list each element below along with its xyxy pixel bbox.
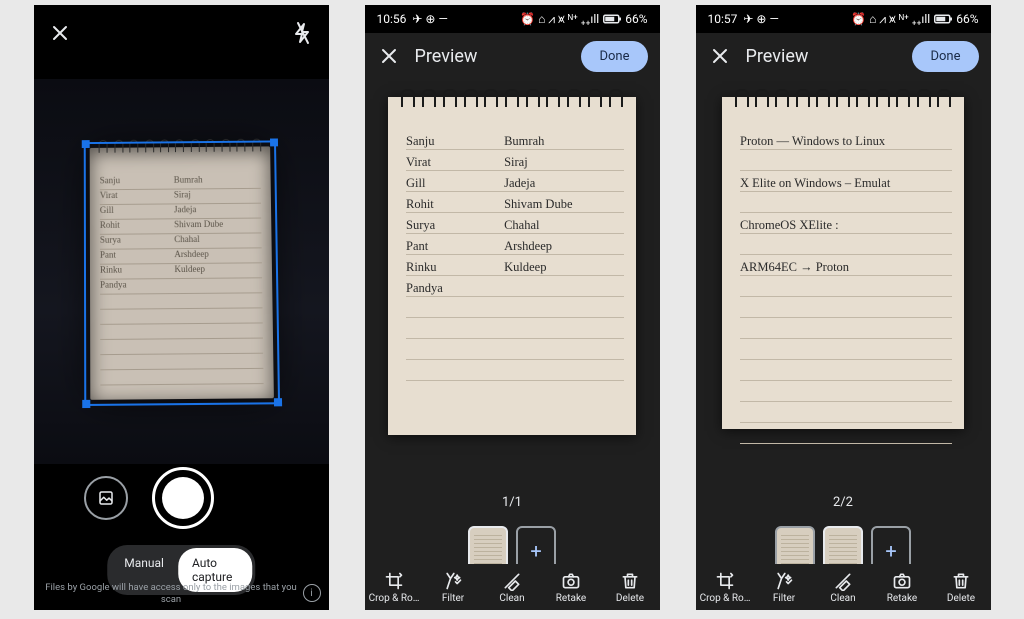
clean-button[interactable]: Clean [814, 564, 873, 610]
delete-button[interactable]: Delete [601, 564, 660, 610]
scanner-screen: Scanning... hold steady SanjuBumrahVirat… [34, 5, 329, 610]
clean-button[interactable]: Clean [483, 564, 542, 610]
info-icon[interactable]: i [303, 584, 321, 602]
page-indicator: 1/1 [365, 495, 660, 519]
done-button[interactable]: Done [912, 41, 978, 72]
preview-screen-2: 10:57 ✈ ⊕ — ⏰ ⌂ ⩘ ⩙ ᴺ⁺ ₊₊ıll 66% Preview D… [696, 5, 991, 610]
camera-viewfinder: SanjuBumrahViratSirajGillJadejaRohitShiv… [34, 79, 329, 464]
status-right-icons: ⏰ ⌂ ⩘ ⩙ ᴺ⁺ ₊₊ıll [851, 12, 930, 27]
page-indicator: 2/2 [696, 495, 991, 519]
scan-bounding-box [84, 140, 280, 406]
shutter-button[interactable] [152, 467, 214, 529]
clock: 10:57 [708, 12, 738, 26]
gallery-button[interactable] [84, 476, 128, 520]
status-bar: 10:56 ✈ ⊕ — ⏰ ⌂ ⩘ ⩙ ᴺ⁺ ₊₊ıll 66% [365, 5, 660, 33]
flash-off-icon[interactable] [291, 21, 315, 45]
scanned-page: Proton — Windows to LinuxX Elite on Wind… [722, 97, 964, 429]
filter-button[interactable]: Filter [424, 564, 483, 610]
scanned-page: SanjuBumrahViratSirajGillJadejaRohitShiv… [388, 97, 636, 435]
close-icon[interactable] [708, 44, 732, 68]
done-button[interactable]: Done [581, 41, 647, 72]
close-icon[interactable] [377, 44, 401, 68]
page-title: Preview [746, 46, 913, 67]
preview-canvas[interactable]: SanjuBumrahViratSirajGillJadejaRohitShiv… [365, 79, 660, 495]
preview-screen-1: 10:56 ✈ ⊕ — ⏰ ⌂ ⩘ ⩙ ᴺ⁺ ₊₊ıll 66% Preview D… [365, 5, 660, 610]
crop-rotate-button[interactable]: Crop & Ro… [696, 564, 755, 610]
retake-button[interactable]: Retake [873, 564, 932, 610]
edit-toolbar: Crop & Ro… Filter Clean Retake Delete [696, 564, 991, 610]
status-right-icons: ⏰ ⌂ ⩘ ⩙ ᴺ⁺ ₊₊ıll [520, 12, 599, 27]
clock: 10:56 [377, 12, 407, 26]
crop-rotate-button[interactable]: Crop & Ro… [365, 564, 424, 610]
preview-canvas[interactable]: Proton — Windows to LinuxX Elite on Wind… [696, 79, 991, 495]
close-icon[interactable] [48, 21, 72, 45]
edit-toolbar: Crop & Ro… Filter Clean Retake Delete [365, 564, 660, 610]
retake-button[interactable]: Retake [542, 564, 601, 610]
privacy-disclaimer: Files by Google will have access only to… [44, 582, 299, 606]
delete-button[interactable]: Delete [932, 564, 991, 610]
status-left-icons: ✈ ⊕ — [412, 12, 447, 26]
page-title: Preview [415, 46, 582, 67]
battery-level: 66% [956, 12, 978, 26]
status-left-icons: ✈ ⊕ — [743, 12, 778, 26]
battery-level: 66% [625, 12, 647, 26]
status-bar: 10:57 ✈ ⊕ — ⏰ ⌂ ⩘ ⩙ ᴺ⁺ ₊₊ıll 66% [696, 5, 991, 33]
filter-button[interactable]: Filter [755, 564, 814, 610]
